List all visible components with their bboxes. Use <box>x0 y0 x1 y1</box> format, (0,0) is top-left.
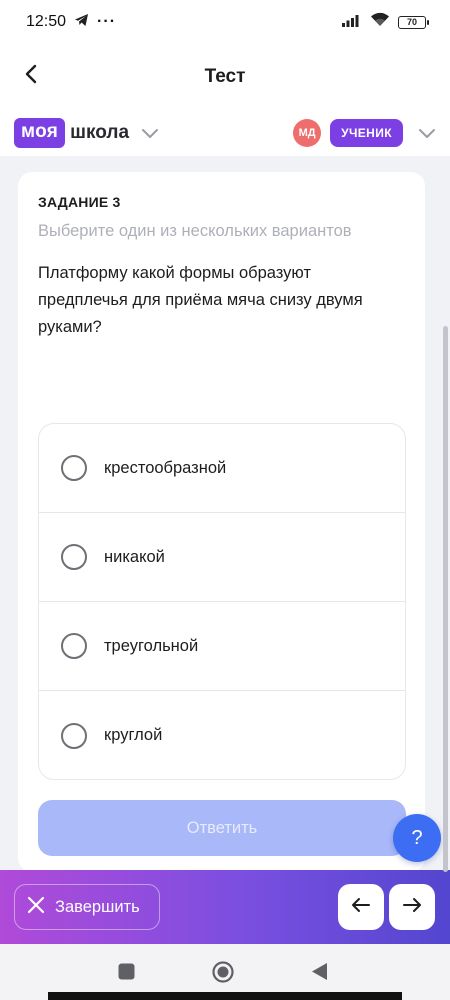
chevron-left-icon <box>24 64 40 89</box>
help-button[interactable]: ? <box>393 814 441 862</box>
radio-button[interactable] <box>61 455 87 481</box>
logo-menu[interactable]: моя школа <box>14 118 159 148</box>
task-hint: Выберите один из нескольких вариантов <box>38 222 352 240</box>
role-badge[interactable]: УЧЕНИК <box>330 119 403 147</box>
more-dots-icon: ··· <box>97 13 117 30</box>
chevron-down-icon[interactable] <box>418 128 436 139</box>
finish-test-button[interactable]: Завершить <box>14 884 160 930</box>
arrow-left-icon <box>351 897 371 918</box>
answer-option[interactable]: круглой <box>39 691 405 779</box>
app-header: Тест <box>0 44 450 110</box>
answer-option[interactable]: треугольной <box>39 602 405 691</box>
answer-option-label: круглой <box>104 726 163 744</box>
radio-button[interactable] <box>61 722 87 749</box>
logo-part-shkola: школа <box>70 122 130 143</box>
page-title: Тест <box>204 66 246 87</box>
avatar[interactable]: МД <box>293 119 322 147</box>
answer-option[interactable]: крестообразной <box>39 424 405 513</box>
next-task-button[interactable] <box>389 884 435 930</box>
close-icon <box>25 894 47 921</box>
status-time: 12:50 <box>26 13 67 30</box>
back-button[interactable] <box>18 62 46 90</box>
question-text: Платформу какой формы образуют предплечь… <box>38 264 363 336</box>
back-system-button[interactable] <box>311 962 328 986</box>
triangle-back-icon <box>311 962 328 986</box>
status-bar: 12:50 ··· 70 <box>0 0 450 44</box>
status-right: 70 <box>342 12 429 32</box>
submit-answer-button[interactable]: Ответить <box>38 800 406 856</box>
telegram-icon <box>74 13 89 32</box>
circle-icon <box>212 961 234 988</box>
logo-part-moya: моя <box>14 118 66 148</box>
answer-option-label: треугольной <box>104 636 199 655</box>
finish-test-label: Завершить <box>55 897 140 916</box>
scrollbar[interactable] <box>443 326 448 872</box>
task-label: ЗАДАНИЕ 3 <box>38 194 121 210</box>
wifi-icon <box>370 12 390 32</box>
question-card: ЗАДАНИЕ 3 Выберите один из нескольких ва… <box>18 172 425 872</box>
answer-option-label: никакой <box>104 547 165 566</box>
answer-option-label: крестообразной <box>104 458 227 477</box>
battery-icon: 70 <box>398 15 429 29</box>
answer-options: крестообразной никакой треугольной кругл… <box>38 423 406 780</box>
arrow-right-icon <box>402 897 422 918</box>
user-menu[interactable]: МД УЧЕНИК <box>293 119 436 147</box>
gesture-bar <box>48 992 402 1000</box>
answer-option[interactable]: никакой <box>39 513 405 602</box>
recent-apps-button[interactable] <box>118 963 135 985</box>
signal-icon <box>342 13 362 32</box>
bottom-action-bar: Завершить <box>0 870 450 944</box>
home-button[interactable] <box>212 961 234 988</box>
status-left: 12:50 ··· <box>26 13 116 32</box>
chevron-down-icon <box>141 128 159 139</box>
square-icon <box>118 963 135 985</box>
radio-button[interactable] <box>61 544 87 570</box>
previous-task-button[interactable] <box>338 884 384 930</box>
brand-bar: моя школа МД УЧЕНИК <box>0 110 450 156</box>
radio-button[interactable] <box>61 633 87 659</box>
